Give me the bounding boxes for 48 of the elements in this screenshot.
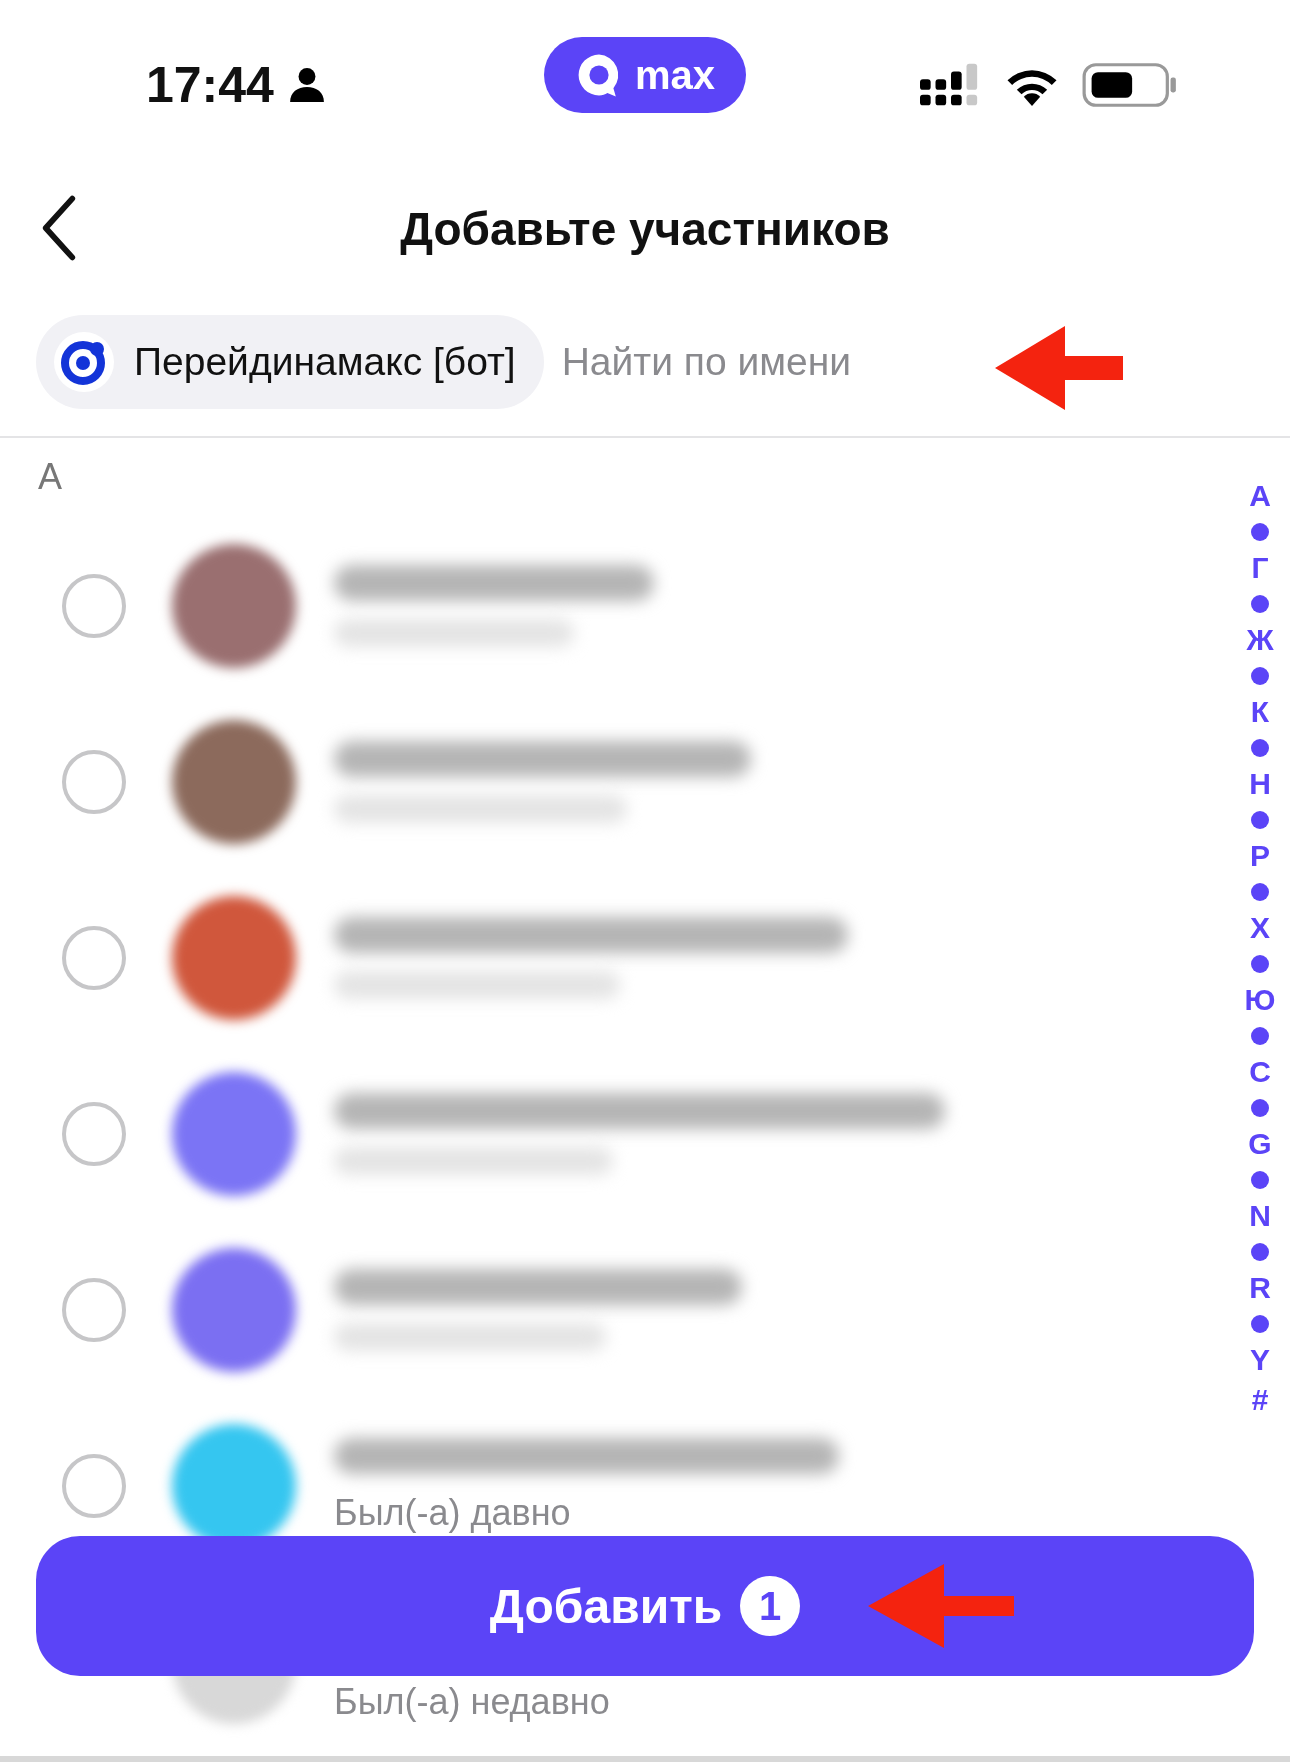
index-dot bbox=[1251, 667, 1269, 685]
index-dot bbox=[1251, 955, 1269, 973]
index-dot bbox=[1251, 883, 1269, 901]
index-letter[interactable]: N bbox=[1249, 1196, 1271, 1236]
back-button[interactable] bbox=[40, 194, 78, 262]
count-badge: 1 bbox=[740, 1576, 801, 1636]
index-dot bbox=[1251, 1243, 1269, 1261]
index-dot bbox=[1251, 739, 1269, 757]
app-badge: max bbox=[544, 37, 746, 113]
arrow-annotation-icon bbox=[995, 326, 1125, 410]
index-letter[interactable]: Г bbox=[1251, 548, 1269, 588]
index-letter[interactable]: К bbox=[1250, 692, 1270, 732]
index-letter[interactable]: С bbox=[1249, 1052, 1271, 1092]
bot-avatar-icon bbox=[54, 332, 114, 392]
index-dot bbox=[1251, 595, 1269, 613]
index-letter[interactable]: А bbox=[1249, 476, 1271, 516]
index-letter[interactable]: G bbox=[1248, 1124, 1272, 1164]
selected-contact-chip[interactable]: Перейдинамакс [бот] bbox=[36, 315, 544, 409]
index-letter[interactable]: Y bbox=[1250, 1340, 1270, 1380]
select-radio[interactable] bbox=[62, 1102, 126, 1166]
index-dot bbox=[1251, 1027, 1269, 1045]
index-letter[interactable]: Н bbox=[1249, 764, 1271, 804]
index-dot bbox=[1251, 523, 1269, 541]
index-letter[interactable]: Ю bbox=[1244, 980, 1276, 1020]
select-radio[interactable] bbox=[62, 574, 126, 638]
index-letter[interactable]: Ж bbox=[1246, 620, 1274, 660]
index-letter[interactable]: Х bbox=[1250, 908, 1270, 948]
select-radio[interactable] bbox=[62, 750, 126, 814]
select-radio[interactable] bbox=[62, 1278, 126, 1342]
index-dot bbox=[1251, 1171, 1269, 1189]
index-letter[interactable]: R bbox=[1249, 1268, 1271, 1308]
section-letter: А bbox=[37, 456, 63, 499]
index-dot bbox=[1251, 1315, 1269, 1333]
select-radio[interactable] bbox=[62, 926, 126, 990]
index-dot bbox=[1251, 1099, 1269, 1117]
index-dot bbox=[1251, 811, 1269, 829]
person-icon bbox=[287, 66, 326, 104]
add-button[interactable]: Добавить 1 bbox=[36, 1536, 1254, 1676]
contact-status: Был(-а) недавно bbox=[334, 1681, 610, 1723]
index-letter[interactable]: Р bbox=[1250, 836, 1270, 876]
index-letter[interactable]: # bbox=[1251, 1380, 1269, 1420]
page-title: Добавьте участников bbox=[400, 202, 890, 256]
search-field[interactable]: Найти по имени bbox=[559, 339, 904, 385]
status-time: 17:44 bbox=[146, 56, 274, 114]
select-radio[interactable] bbox=[62, 1454, 126, 1518]
contact-status: Был(-а) давно bbox=[334, 1492, 572, 1534]
battery-icon bbox=[1082, 62, 1178, 108]
arrow-annotation-icon bbox=[868, 1564, 1014, 1648]
